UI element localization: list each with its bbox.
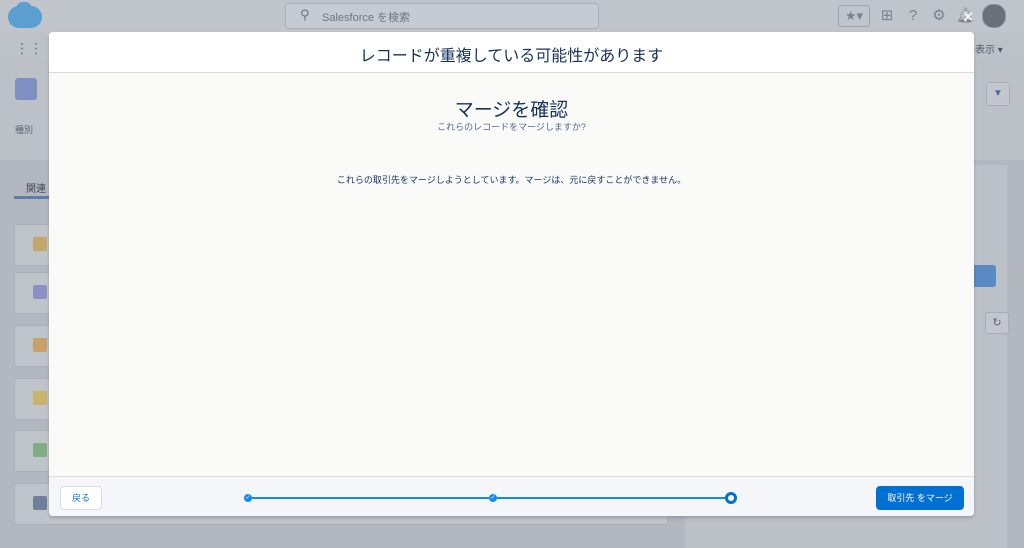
case-icon <box>33 391 47 405</box>
merge-accounts-button[interactable]: 取引先 をマージ <box>876 486 964 510</box>
step-2-check-icon: ✓ <box>489 494 497 502</box>
modal-title: レコードが重複している可能性があります <box>359 48 664 65</box>
salesforce-logo <box>8 2 42 28</box>
favorites-icon[interactable]: ★▾ <box>838 5 870 27</box>
tab-related[interactable]: 関連 <box>26 180 46 195</box>
merge-warning-message: これらの取引先をマージしようとしています。マージは、元に戻すことができません。 <box>336 175 687 185</box>
refresh-icon[interactable]: ↻ <box>985 312 1009 334</box>
step-3-current <box>725 492 737 504</box>
card-icon <box>33 285 47 299</box>
help-icon[interactable]: ? <box>904 7 922 25</box>
activity-action-button[interactable] <box>972 265 996 287</box>
confirm-merge-heading: マージを確認 <box>454 100 569 121</box>
contact-icon <box>33 237 47 251</box>
modal-body: マージを確認 これらのレコードをマージしますか? これらの取引先をマージしようと… <box>49 73 974 476</box>
crown-icon <box>33 338 47 352</box>
avatar[interactable] <box>982 4 1006 28</box>
table-icon <box>33 496 47 510</box>
gear-icon[interactable]: ⚙ <box>930 7 948 25</box>
global-search-input[interactable]: ⚲ Salesforce を検索 <box>285 3 599 29</box>
nav-view-text: 表示 <box>975 45 995 56</box>
add-icon[interactable]: ⊞ <box>878 7 896 25</box>
progress-bar-segment <box>497 497 725 499</box>
account-record-icon <box>15 78 37 100</box>
close-icon[interactable]: ✕ <box>962 10 975 25</box>
search-placeholder: Salesforce を検索 <box>322 12 411 24</box>
header-icons: ★▾ ⊞ ? ⚙ 🔔︎ <box>838 4 1006 28</box>
merge-modal: レコードが重複している可能性があります マージを確認 これらのレコードをマージし… <box>49 32 974 516</box>
nav-view-label[interactable]: 表示 ▾ <box>975 41 1003 56</box>
global-header: ⚲ Salesforce を検索 ★▾ ⊞ ? ⚙ 🔔︎ <box>0 0 1024 32</box>
confirm-merge-subtitle: これらのレコードをマージしますか? <box>437 122 586 132</box>
app-launcher-icon[interactable]: ⋮⋮⋮ <box>15 40 57 56</box>
progress-indicator: ✓ ✓ <box>244 491 739 505</box>
progress-bar-segment <box>252 497 489 499</box>
chevron-down-icon[interactable]: ▼ <box>986 82 1010 106</box>
record-field-label: 種別 <box>15 125 34 135</box>
search-icon: ⚲ <box>300 7 310 22</box>
modal-header: レコードが重複している可能性があります <box>49 32 974 73</box>
step-1-check-icon: ✓ <box>244 494 252 502</box>
tab-active-indicator <box>14 196 52 199</box>
back-button[interactable]: 戻る <box>60 486 102 510</box>
modal-footer: 戻る ✓ ✓ 取引先 をマージ <box>49 476 974 516</box>
file-icon <box>33 443 47 457</box>
